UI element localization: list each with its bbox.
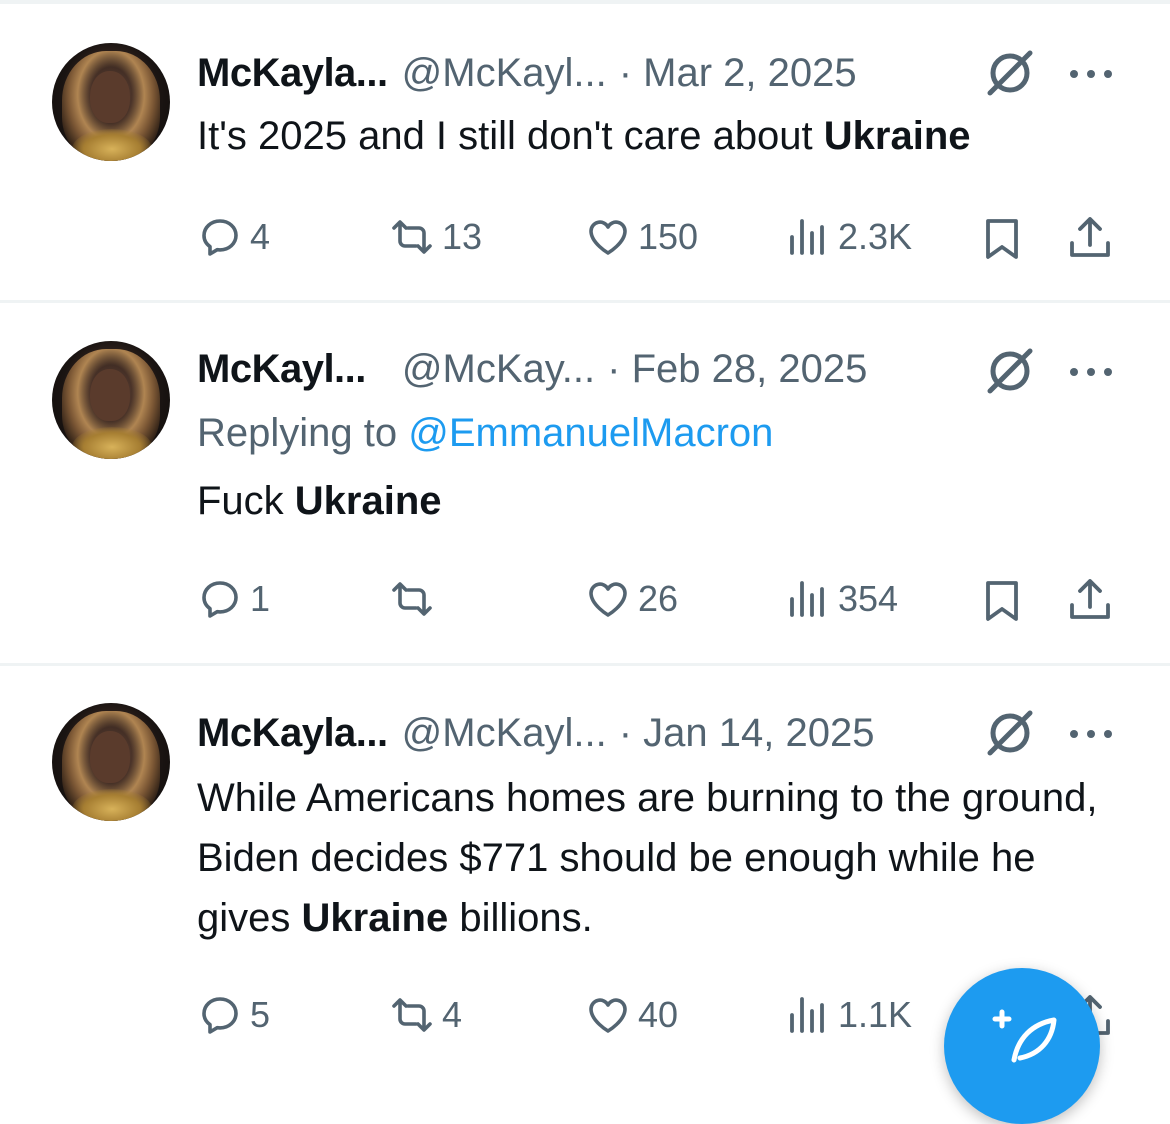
display-name[interactable]: McKayla...	[197, 711, 388, 756]
tweet[interactable]: McKayl... @McKay... · Feb 28, 2025 Reply…	[0, 303, 1170, 665]
views-chart-icon	[790, 581, 824, 617]
share-icon[interactable]	[1066, 575, 1114, 623]
reply-count: 4	[250, 216, 271, 257]
highlighted-term: Ukraine	[301, 896, 449, 940]
heart-icon	[589, 220, 627, 255]
tweet-header: McKayla... @McKayl... · Jan 14, 2025	[197, 705, 874, 761]
avatar[interactable]	[52, 341, 170, 459]
compose-post-icon	[992, 1009, 1057, 1063]
reply-icon	[202, 581, 238, 618]
repost-count: 13	[442, 216, 483, 257]
views-button[interactable]: 354	[786, 575, 898, 623]
tweet-text: It's 2025 and I still don't care about U…	[197, 114, 971, 158]
grok-icon[interactable]	[984, 345, 1036, 397]
repost-icon	[392, 998, 432, 1032]
tweet-text: Fuck Ukraine	[197, 479, 442, 523]
heart-icon	[589, 998, 627, 1033]
heart-icon	[589, 582, 627, 617]
user-handle[interactable]: @McKay...	[402, 347, 595, 392]
reply-count: 5	[250, 994, 271, 1035]
reply-icon	[202, 219, 238, 256]
grok-icon[interactable]	[984, 47, 1036, 99]
like-button[interactable]: 150	[586, 213, 698, 261]
views-button[interactable]: 1.1K	[786, 991, 912, 1039]
replying-to-line: Replying to @EmmanuelMacron	[197, 411, 774, 455]
like-count: 40	[638, 994, 679, 1035]
views-chart-icon	[790, 997, 824, 1033]
tweet-text: While Americans homes are burning to the…	[197, 776, 1098, 940]
views-button[interactable]: 2.3K	[786, 213, 912, 261]
reply-icon	[202, 997, 238, 1034]
tweet[interactable]: McKayla... @McKayl... · Mar 2, 2025 It's…	[0, 5, 1170, 303]
repost-icon	[392, 220, 432, 254]
share-icon[interactable]	[1066, 213, 1114, 261]
tweet-header: McKayl... @McKay... · Feb 28, 2025	[197, 341, 867, 397]
repost-button[interactable]	[390, 575, 442, 623]
tweet-header: McKayla... @McKayl... · Mar 2, 2025	[197, 45, 857, 101]
display-name[interactable]: McKayl...	[197, 347, 366, 392]
reply-button[interactable]: 5	[198, 991, 270, 1039]
more-dots-icon[interactable]	[1068, 727, 1114, 741]
repost-button[interactable]: 13	[390, 213, 482, 261]
post-date[interactable]: · Feb 28, 2025	[607, 347, 867, 392]
post-date[interactable]: · Jan 14, 2025	[619, 711, 875, 756]
like-button[interactable]: 26	[586, 575, 678, 623]
avatar[interactable]	[52, 703, 170, 821]
mention-link[interactable]: @EmmanuelMacron	[408, 411, 773, 455]
more-dots-icon[interactable]	[1068, 67, 1114, 81]
repost-button[interactable]: 4	[390, 991, 462, 1039]
reply-button[interactable]: 1	[198, 575, 270, 623]
user-handle[interactable]: @McKayl...	[402, 51, 607, 96]
repost-count: 4	[442, 994, 463, 1035]
more-dots-icon[interactable]	[1068, 365, 1114, 379]
compose-post-button[interactable]	[944, 968, 1100, 1124]
highlighted-term: Ukraine	[823, 114, 971, 158]
top-divider	[0, 0, 1170, 4]
view-count: 354	[838, 578, 899, 619]
grok-icon[interactable]	[984, 707, 1036, 759]
like-count: 26	[638, 578, 679, 619]
highlighted-term: Ukraine	[294, 479, 442, 523]
views-chart-icon	[790, 219, 824, 255]
repost-icon	[392, 582, 432, 616]
bookmark-icon[interactable]	[978, 215, 1026, 263]
display-name[interactable]: McKayla...	[197, 51, 388, 96]
bookmark-icon[interactable]	[978, 577, 1026, 625]
reply-count: 1	[250, 578, 271, 619]
view-count: 1.1K	[838, 994, 913, 1035]
user-handle[interactable]: @McKayl...	[402, 711, 607, 756]
like-count: 150	[638, 216, 699, 257]
view-count: 2.3K	[838, 216, 913, 257]
reply-button[interactable]: 4	[198, 213, 270, 261]
post-date[interactable]: · Mar 2, 2025	[619, 51, 857, 96]
avatar[interactable]	[52, 43, 170, 161]
like-button[interactable]: 40	[586, 991, 678, 1039]
